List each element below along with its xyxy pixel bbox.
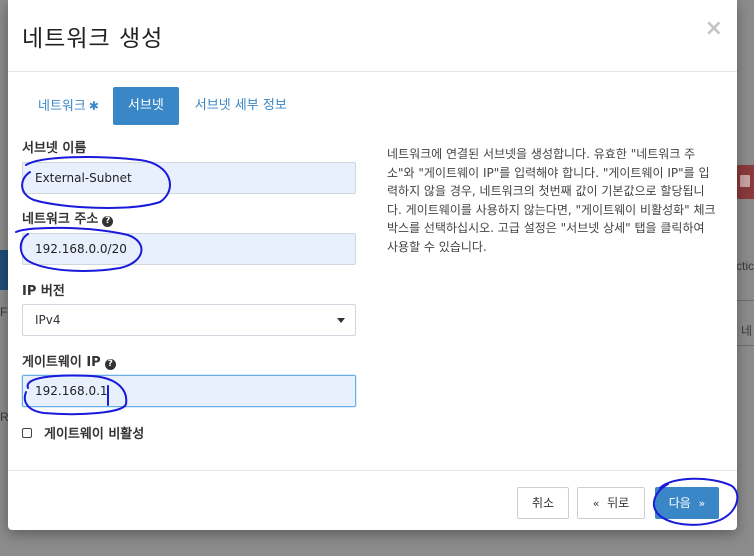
next-label: 다음 [668,496,691,510]
subnet-name-input[interactable] [22,162,356,194]
subnet-name-label: 서브넷 이름 [22,141,87,156]
disable-gateway-row: 게이트웨이 비활성 [22,423,144,442]
cancel-button[interactable]: 취소 [517,487,569,519]
tab-subnet-details[interactable]: 서브넷 세부 정보 [185,87,297,125]
help-icon[interactable]: ? [104,359,116,370]
required-icon: ✱ [88,99,99,113]
background-text: ctic [736,259,754,273]
create-network-modal: 네트워크 생성 × 네트워크✱ 서브넷 서브넷 세부 정보 서브넷 이름 네트워… [8,0,737,530]
caret-down-icon [337,318,345,323]
ip-version-selected: IPv4 [35,313,61,327]
help-icon[interactable]: ? [102,216,114,227]
modal-footer: 취소 « 뒤로 다음 » [8,470,737,530]
back-label: 뒤로 [607,496,630,510]
background-delete-button [736,165,754,199]
double-chevron-right-icon: » [698,497,706,510]
disable-gateway-label: 게이트웨이 비활성 [44,427,145,442]
help-text: 네트워크에 연결된 서브넷을 생성합니다. 유효한 "네트워크 주소"와 "게이… [387,147,716,254]
network-address-input[interactable] [22,233,356,265]
background-panel-edge [0,250,8,290]
ip-version-label: IP 버전 [22,284,65,299]
modal-title: 네트워크 생성 [22,26,164,52]
network-address-label-text: 네트워크 주소 [22,212,99,227]
gateway-ip-label-text: 게이트웨이 IP [22,355,101,370]
trash-icon [740,175,750,187]
tab-label: 네트워크 [38,99,86,114]
background-text: 네 [740,324,752,338]
tab-subnet[interactable]: 서브넷 [112,87,179,125]
background-divider [736,300,754,301]
tab-network[interactable]: 네트워크 ✱ [28,87,109,125]
background-divider [736,345,754,346]
gateway-ip-label: 게이트웨이 IP? [22,351,116,370]
network-address-label: 네트워크 주소? [22,208,114,227]
gateway-ip-input[interactable] [22,375,356,407]
disable-gateway-checkbox[interactable] [22,427,32,438]
next-button[interactable]: 다음 » [655,487,719,519]
back-button[interactable]: « 뒤로 [577,487,645,519]
wizard-tabs: 네트워크 ✱ 서브넷 서브넷 세부 정보 [28,87,299,125]
modal-header: 네트워크 생성 × [8,0,737,72]
double-chevron-left-icon: « [592,497,600,510]
background-text: F [0,305,8,319]
close-icon[interactable]: × [705,18,723,40]
ip-version-select[interactable]: IPv4 [22,304,356,336]
